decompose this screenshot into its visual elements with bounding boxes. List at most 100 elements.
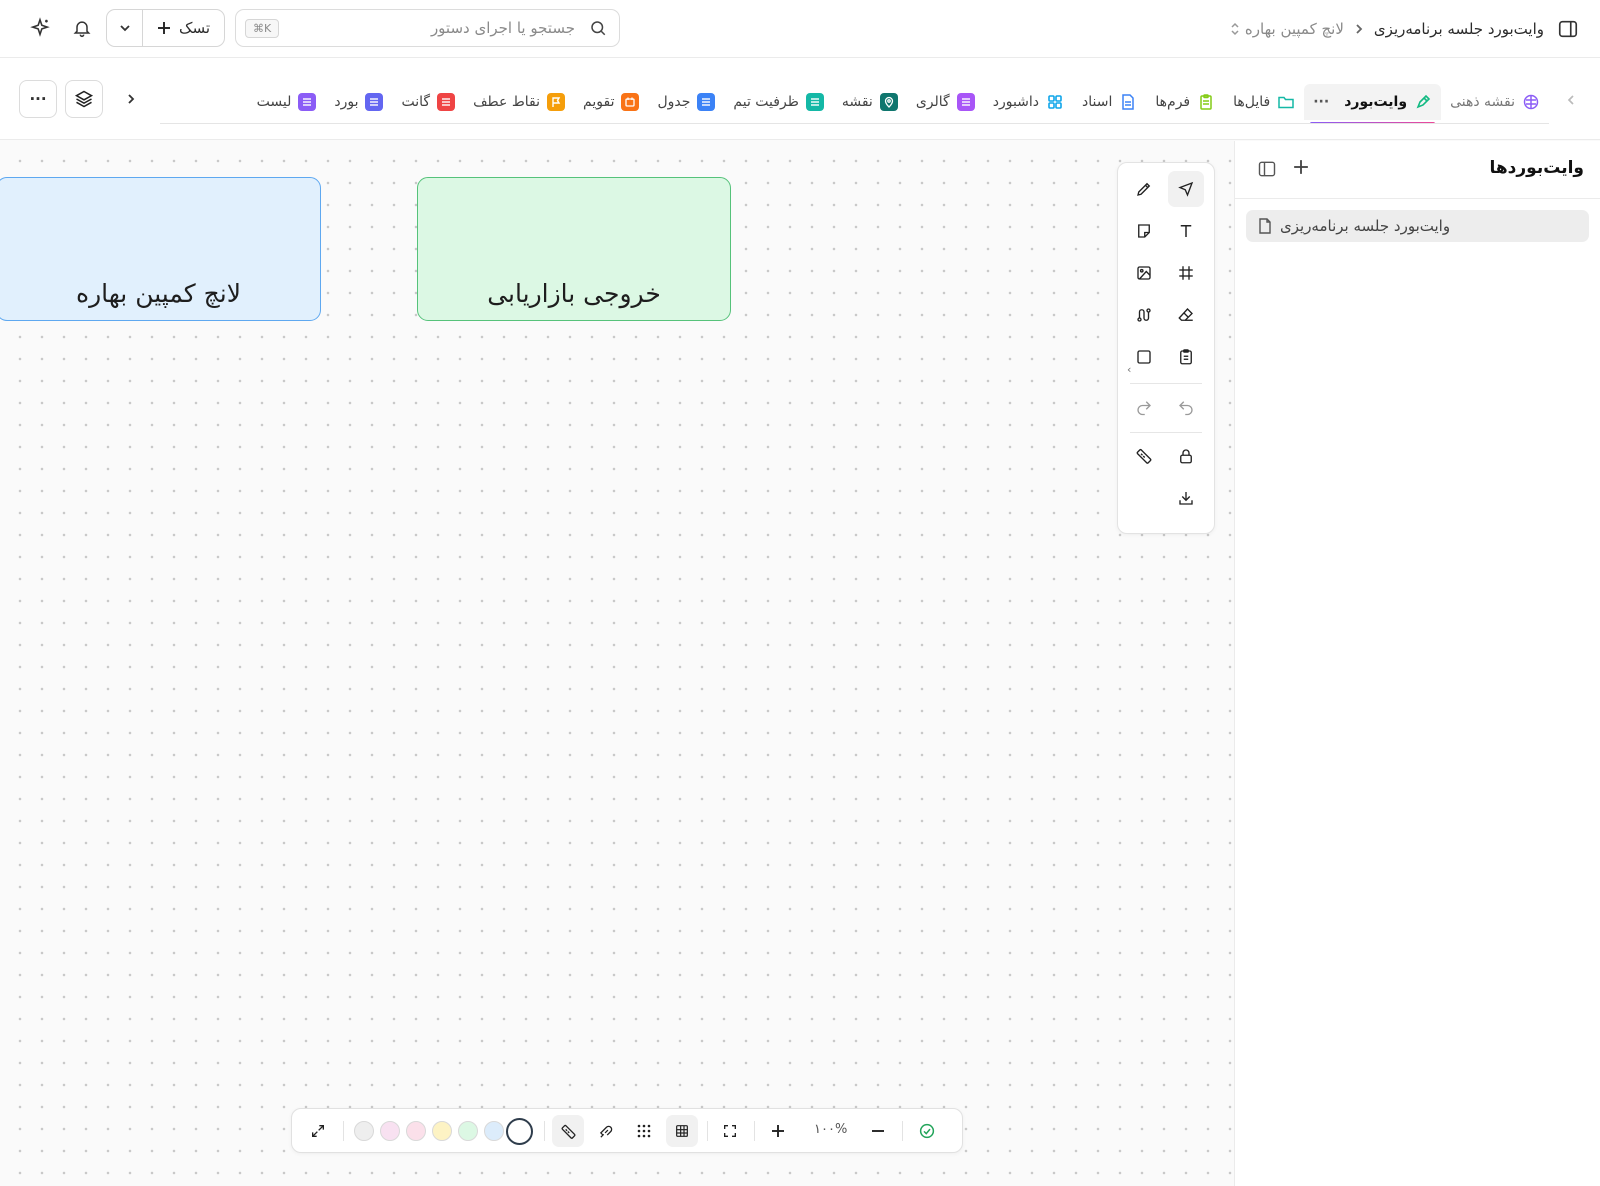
connector-tool[interactable] bbox=[1126, 297, 1162, 333]
download-button[interactable] bbox=[1168, 480, 1204, 516]
tab-docs[interactable]: اسناد bbox=[1073, 84, 1146, 120]
chevron-down-icon[interactable] bbox=[107, 10, 143, 46]
ruler-icon bbox=[560, 1123, 577, 1140]
tab-gallery[interactable]: گالری bbox=[907, 84, 984, 120]
calendar-icon bbox=[621, 93, 640, 111]
color-swatch-yellow[interactable] bbox=[432, 1121, 452, 1141]
redo-icon bbox=[1135, 398, 1153, 416]
breadcrumb: لانچ کمپین بهاره وایت‌بورد جلسه برنامه‌ر… bbox=[1229, 16, 1544, 42]
lock-button[interactable] bbox=[1168, 438, 1204, 474]
undo-icon bbox=[1177, 398, 1195, 416]
tab-milestones[interactable]: نقاط عطف bbox=[464, 84, 574, 120]
zoom-in-button[interactable] bbox=[762, 1115, 794, 1147]
search-placeholder: جستجو یا اجرای دستور bbox=[430, 19, 575, 37]
tab-label: لیست bbox=[256, 94, 292, 110]
chevron-right-icon[interactable] bbox=[126, 92, 136, 106]
pencil-tool[interactable] bbox=[1126, 171, 1162, 207]
drawing-toolbox: ‹ bbox=[1117, 162, 1215, 534]
layers-button[interactable] bbox=[65, 80, 103, 118]
tab-gantt[interactable]: گانت bbox=[392, 84, 464, 120]
whiteboard-canvas[interactable]: لانچ کمپین بهاره خروجی بازاریابی ‹ ۱۰۰% bbox=[0, 141, 1234, 1186]
doc-icon bbox=[1119, 93, 1137, 111]
tab-team-capacity[interactable]: ظرفیت تیم bbox=[724, 84, 832, 120]
color-swatch-rose[interactable] bbox=[406, 1121, 426, 1141]
chevron-left-icon[interactable] bbox=[1566, 93, 1576, 107]
select-tool[interactable] bbox=[1168, 171, 1204, 207]
toolbox-divider bbox=[1130, 432, 1202, 433]
tab-more-icon[interactable]: ··· bbox=[1313, 94, 1329, 110]
tab-board[interactable]: بورد bbox=[325, 84, 392, 120]
breadcrumb-project[interactable]: لانچ کمپین بهاره bbox=[1229, 20, 1344, 38]
grid-icon bbox=[674, 1123, 690, 1139]
sidebar-item-whiteboard[interactable]: وایت‌بورد جلسه برنامه‌ریزی bbox=[1246, 210, 1589, 242]
mindmap-icon bbox=[1522, 93, 1540, 111]
tab-label: نقاط عطف bbox=[473, 94, 541, 110]
color-swatch-gray[interactable] bbox=[354, 1121, 374, 1141]
download-icon bbox=[1177, 489, 1195, 507]
search-icon bbox=[589, 19, 607, 37]
more-options-button[interactable]: ··· bbox=[19, 80, 57, 118]
zoom-out-button[interactable] bbox=[862, 1115, 894, 1147]
expand-button[interactable] bbox=[302, 1115, 334, 1147]
toolbar-divider bbox=[343, 1121, 344, 1141]
image-tool[interactable] bbox=[1126, 255, 1162, 291]
sticky-note-tool[interactable] bbox=[1126, 213, 1162, 249]
note-text: لانچ کمپین بهاره bbox=[76, 279, 241, 308]
tab-label: بورد bbox=[334, 94, 359, 110]
view-tabbar: لیست بورد گانت نقاط عطف تقویم جدول ظرفیت… bbox=[0, 58, 1600, 140]
panel-toggle-icon[interactable] bbox=[1556, 17, 1580, 41]
bell-icon[interactable] bbox=[72, 18, 92, 38]
color-swatch-pink[interactable] bbox=[380, 1121, 400, 1141]
redo-button[interactable] bbox=[1126, 389, 1162, 425]
tab-forms[interactable]: فرم‌ها bbox=[1146, 84, 1224, 120]
search-input[interactable]: جستجو یا اجرای دستور ⌘K bbox=[235, 9, 620, 47]
layout-icon[interactable] bbox=[1257, 159, 1277, 179]
project-name: لانچ کمپین بهاره bbox=[1244, 20, 1344, 38]
fit-screen-icon bbox=[722, 1123, 738, 1139]
tab-table[interactable]: جدول bbox=[648, 84, 724, 120]
tab-map[interactable]: نقشه bbox=[833, 84, 907, 120]
tab-label: اسناد bbox=[1082, 94, 1113, 110]
zoom-in-icon bbox=[771, 1124, 785, 1138]
plus-icon[interactable] bbox=[1293, 159, 1309, 175]
ruler-toggle[interactable] bbox=[552, 1115, 584, 1147]
connector-icon bbox=[1135, 306, 1153, 324]
snap-toggle[interactable] bbox=[590, 1115, 622, 1147]
eraser-tool[interactable] bbox=[1168, 297, 1204, 333]
grid-toggle[interactable] bbox=[666, 1115, 698, 1147]
color-swatch-blue[interactable] bbox=[484, 1121, 504, 1141]
tab-files[interactable]: فایل‌ها bbox=[1224, 84, 1304, 120]
ruler-tool[interactable] bbox=[1126, 438, 1162, 474]
text-tool[interactable] bbox=[1168, 213, 1204, 249]
tab-dashboard[interactable]: داشبورد bbox=[984, 84, 1073, 120]
tab-list[interactable]: لیست bbox=[248, 84, 326, 120]
undo-button[interactable] bbox=[1168, 389, 1204, 425]
sticky-note-campaign[interactable]: لانچ کمپین بهاره bbox=[0, 177, 321, 321]
top-header: لانچ کمپین بهاره وایت‌بورد جلسه برنامه‌ر… bbox=[0, 0, 1600, 58]
color-swatch-green[interactable] bbox=[458, 1121, 478, 1141]
add-task-button[interactable]: تسک bbox=[143, 10, 224, 46]
board-icon bbox=[365, 93, 384, 111]
tab-label: نقشه bbox=[841, 94, 873, 110]
tab-whiteboard[interactable]: وایت‌بورد ··· bbox=[1304, 84, 1442, 123]
expand-icon bbox=[310, 1123, 326, 1139]
breadcrumb-page[interactable]: وایت‌بورد جلسه برنامه‌ریزی bbox=[1374, 20, 1544, 38]
tab-mindmap[interactable]: نقشه ذهنی bbox=[1441, 84, 1549, 120]
eraser-icon bbox=[1177, 306, 1195, 324]
search-shortcut: ⌘K bbox=[245, 19, 280, 38]
dots-grid-toggle[interactable] bbox=[628, 1115, 660, 1147]
sidebar-title: وایت‌بوردها bbox=[1489, 158, 1585, 178]
tab-calendar[interactable]: تقویم bbox=[574, 84, 648, 120]
sticky-note-marketing[interactable]: خروجی بازاریابی bbox=[417, 177, 731, 321]
fit-screen-button[interactable] bbox=[714, 1115, 746, 1147]
sparkle-icon[interactable] bbox=[29, 17, 51, 39]
form-icon bbox=[1197, 93, 1215, 111]
color-swatch-selected[interactable] bbox=[506, 1118, 533, 1145]
tab-label: نقشه ذهنی bbox=[1450, 94, 1515, 110]
tab-label: ظرفیت تیم bbox=[733, 94, 799, 110]
toolbar-divider bbox=[707, 1121, 708, 1141]
rectangle-tool[interactable] bbox=[1126, 339, 1162, 375]
sticky-note-icon bbox=[1135, 222, 1153, 240]
frame-tool[interactable] bbox=[1168, 255, 1204, 291]
clipboard-tool[interactable] bbox=[1168, 339, 1204, 375]
